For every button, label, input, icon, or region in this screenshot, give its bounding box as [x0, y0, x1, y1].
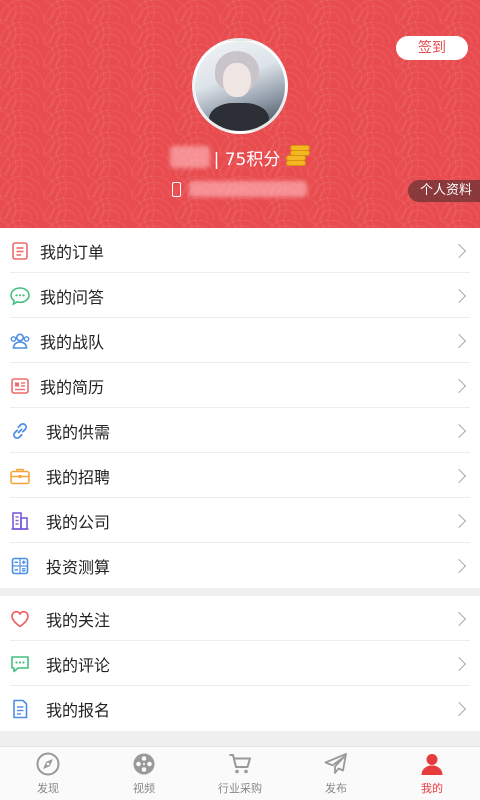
menu-item-qa[interactable]: 我的问答	[0, 273, 480, 318]
phone-number-redacted	[189, 181, 307, 197]
chevron-right-icon	[451, 333, 467, 348]
menu-group-2: 我的关注 我的评论 我的报名	[0, 596, 480, 731]
calculator-icon	[0, 556, 40, 576]
bottom-tab-bar: 发现 视频 行业采购 发布 我的	[0, 746, 480, 800]
menu-item-orders[interactable]: 我的订单	[0, 228, 480, 273]
order-icon	[0, 241, 40, 261]
menu-group-1: 我的订单 我的问答 我的战队 我的简历 我的供需 我的招聘 我的公司 投资测算	[0, 228, 480, 588]
chat-icon	[0, 286, 40, 306]
briefcase-icon	[0, 466, 40, 486]
heart-icon	[0, 609, 40, 629]
menu-item-team[interactable]: 我的战队	[0, 318, 480, 363]
tab-label: 视频	[133, 782, 155, 795]
menu-item-label: 我的简历	[40, 377, 105, 397]
menu-item-comments[interactable]: 我的评论	[0, 641, 480, 686]
film-reel-icon	[133, 753, 155, 775]
menu-item-label: 我的关注	[46, 610, 111, 630]
profile-header: 签到 | 75积分 个人资料	[0, 0, 480, 228]
profile-info-button[interactable]: 个人资料	[407, 180, 480, 202]
tab-purchasing[interactable]: 行业采购	[192, 747, 288, 800]
tab-mine[interactable]: 我的	[384, 747, 480, 800]
tab-discover[interactable]: 发现	[0, 747, 96, 800]
menu-item-label: 我的公司	[46, 512, 111, 532]
link-icon	[0, 420, 40, 442]
menu-item-supply[interactable]: 我的供需	[0, 408, 480, 453]
cart-icon	[229, 754, 251, 774]
tab-label: 发现	[37, 782, 59, 795]
menu-item-label: 我的招聘	[46, 467, 111, 487]
chevron-right-icon	[451, 656, 467, 671]
menu-item-label: 我的订单	[40, 242, 105, 262]
points-text: | 75积分	[213, 149, 281, 170]
menu-item-resume[interactable]: 我的简历	[0, 363, 480, 408]
chevron-right-icon	[451, 468, 467, 483]
chevron-right-icon	[451, 611, 467, 626]
menu-item-signup[interactable]: 我的报名	[0, 686, 480, 731]
building-icon	[0, 510, 40, 532]
signup-icon	[0, 698, 40, 720]
avatar[interactable]	[192, 38, 288, 134]
checkin-button[interactable]: 签到	[396, 36, 468, 60]
resume-icon	[0, 376, 40, 396]
menu-item-label: 投资测算	[46, 557, 111, 577]
coins-icon	[284, 145, 311, 169]
tab-publish[interactable]: 发布	[288, 747, 384, 800]
tab-label: 发布	[325, 782, 347, 795]
menu-item-label: 我的评论	[46, 655, 111, 675]
chevron-right-icon	[451, 423, 467, 438]
menu-item-investment-calc[interactable]: 投资测算	[0, 543, 480, 588]
tab-label: 行业采购	[218, 782, 262, 795]
menu-item-company[interactable]: 我的公司	[0, 498, 480, 543]
discover-icon	[36, 752, 60, 776]
comment-icon	[0, 654, 40, 674]
chevron-right-icon	[451, 701, 467, 716]
paper-plane-icon	[324, 753, 347, 774]
menu-item-label: 我的战队	[40, 332, 105, 352]
chevron-right-icon	[451, 558, 467, 573]
menu-item-recruit[interactable]: 我的招聘	[0, 453, 480, 498]
chevron-right-icon	[451, 513, 467, 528]
menu-item-label: 我的供需	[46, 422, 111, 442]
user-icon	[421, 754, 443, 775]
menu-item-label: 我的问答	[40, 287, 105, 307]
chevron-right-icon	[451, 243, 467, 258]
team-icon	[0, 331, 40, 351]
chevron-right-icon	[451, 288, 467, 303]
points-row: | 75积分	[0, 143, 480, 171]
menu-item-label: 我的报名	[46, 700, 111, 720]
chevron-right-icon	[451, 378, 467, 393]
username-redacted	[169, 146, 210, 168]
menu-item-follow[interactable]: 我的关注	[0, 596, 480, 641]
phone-icon	[172, 181, 181, 197]
tab-video[interactable]: 视频	[96, 747, 192, 800]
tab-label: 我的	[421, 782, 443, 795]
phone-row	[172, 178, 307, 200]
